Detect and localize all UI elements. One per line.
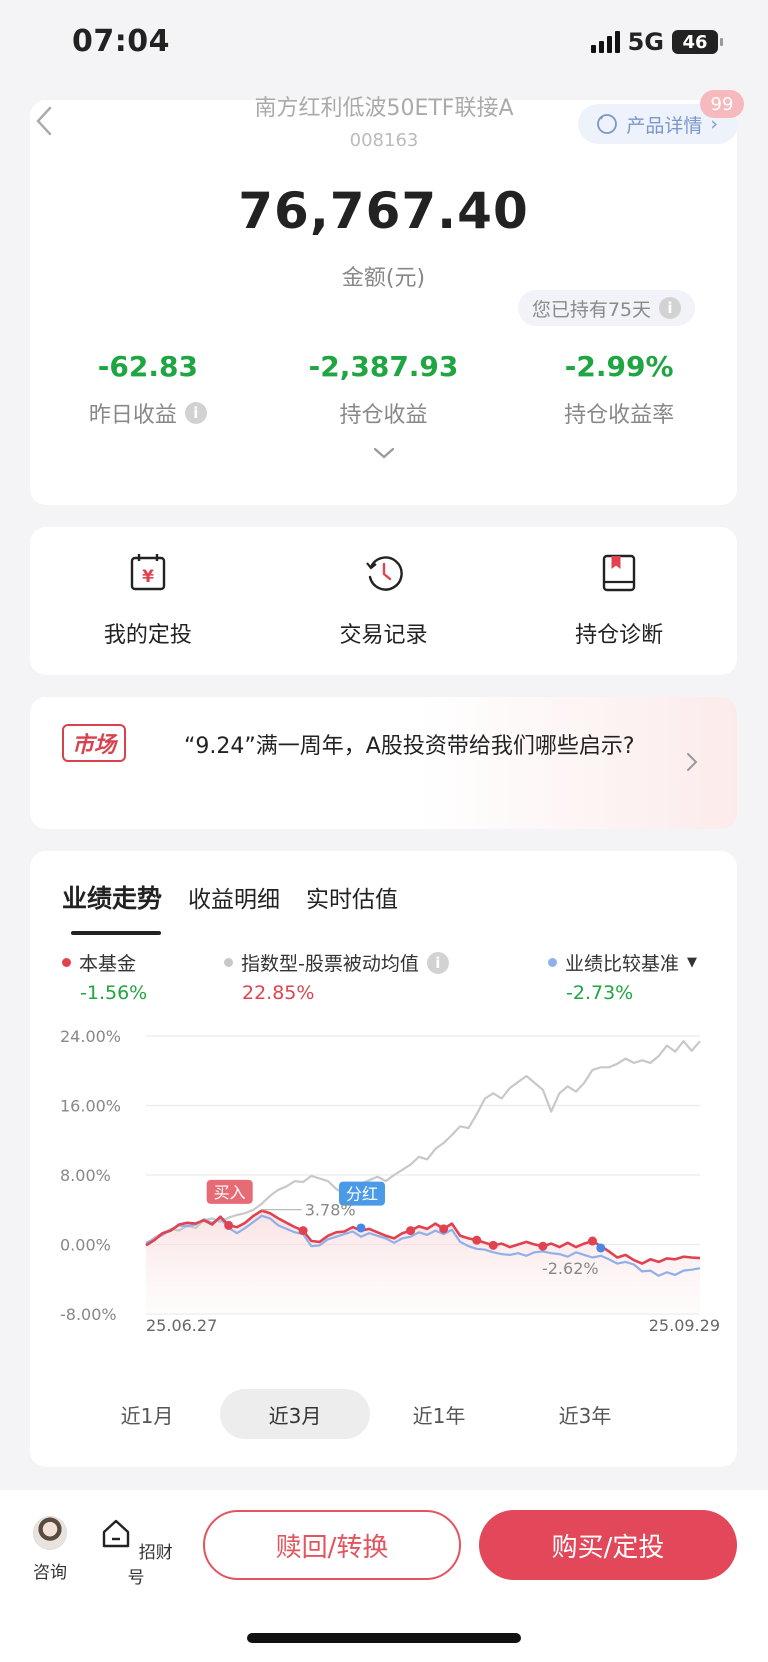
calendar-yen-icon: ¥ — [130, 554, 166, 591]
battery-icon: 46 — [672, 30, 723, 54]
network-type: 5G — [627, 28, 664, 56]
legend-dot — [62, 958, 71, 967]
chart-legend: 本基金 -1.56% 指数型-股票被动均值 i 22.85% 业绩比较基准 ▼ -2… — [30, 949, 737, 1009]
range-1m[interactable]: 近1月 — [72, 1389, 222, 1439]
dropdown-triangle-icon[interactable]: ▼ — [687, 955, 697, 970]
legend-value: 22.85% — [242, 982, 315, 1004]
stat-label: 持仓收益率 — [564, 403, 675, 428]
advisor-avatar — [33, 1516, 67, 1550]
stat-value: -2,387.93 — [308, 350, 459, 383]
buy-plan-button[interactable]: 购买/定投 — [479, 1510, 737, 1580]
consult-button[interactable]: 咨询 — [10, 1516, 90, 1583]
zhaocaihao-button[interactable]: 招财号 — [96, 1516, 176, 1588]
trade-point-blue — [596, 1243, 606, 1253]
home-indicator — [247, 1633, 521, 1643]
stat-label: 持仓收益 — [339, 403, 428, 428]
trade-point — [588, 1236, 598, 1246]
legend-item-benchmark[interactable]: 业绩比较基准 ▼ -2.73% — [548, 949, 697, 1004]
holding-amount: 76,767.40 — [238, 182, 529, 240]
held-days-pill[interactable]: 您已持有75天 i — [517, 290, 695, 326]
low-label: -2.62% — [542, 1259, 599, 1278]
series-line — [145, 1040, 701, 1246]
y-tick-label: -8.00% — [60, 1305, 117, 1324]
tab-profit-detail[interactable]: 收益明细 — [188, 880, 280, 914]
stat-holding-rate: -2.99% 持仓收益率 — [501, 350, 737, 429]
performance-chart[interactable]: 24.00% 16.00% 8.00% 0.00% -8.00% 25.06.27 25.0… — [30, 1011, 737, 1331]
tab-realtime-estimate[interactable]: 实时估值 — [306, 880, 398, 914]
legend-item-fund[interactable]: 本基金 -1.56% — [62, 949, 147, 1004]
shortcut-card: ¥ 我的定投 交易记录 持仓诊断 — [30, 527, 737, 675]
range-3m[interactable]: 近3月 — [220, 1389, 370, 1439]
svg-text:¥: ¥ — [142, 567, 154, 587]
performance-card: 业绩走势 收益明细 实时估值 本基金 -1.56% 指数型-股票被动均值 i 22… — [30, 851, 737, 1467]
trade-point — [406, 1226, 416, 1236]
stat-holding-profit: -2,387.93 持仓收益 — [266, 350, 502, 429]
x-tick-label: 25.06.27 — [146, 1316, 217, 1331]
notification-badge[interactable]: 99 — [700, 90, 744, 118]
shortcut-label: 交易记录 — [339, 623, 428, 648]
holding-summary-card: 76,767.40 金额(元) 您已持有75天 i -62.83 昨日收益 i -… — [30, 100, 737, 505]
buy-tag: 买入 — [214, 1183, 246, 1202]
market-news-card[interactable]: “9.24”满一周年，A股投资带给我们哪些启示? 市场 — [30, 697, 737, 829]
info-icon[interactable]: i — [659, 297, 681, 319]
legend-dot — [548, 958, 557, 967]
trade-point — [439, 1224, 449, 1234]
held-days-text: 您已持有75天 — [531, 298, 651, 321]
signal-icon — [590, 31, 620, 53]
zhaocaihao-label: 招财号 — [127, 1543, 173, 1588]
tab-underline — [71, 931, 161, 935]
redeem-convert-button[interactable]: 赎回/转换 — [203, 1510, 461, 1580]
y-tick-label: 0.00% — [60, 1236, 111, 1255]
clock-history-icon — [365, 556, 403, 591]
legend-value: -2.73% — [566, 982, 634, 1004]
stat-label: 昨日收益 — [88, 403, 177, 428]
home-icon — [103, 1519, 130, 1548]
news-tag: 市场 — [62, 724, 127, 762]
chevron-right-icon — [687, 753, 698, 771]
legend-item-index-average[interactable]: 指数型-股票被动均值 i 22.85% — [224, 949, 449, 1004]
stat-value: -2.99% — [564, 350, 674, 383]
x-tick-label: 25.09.29 — [649, 1316, 720, 1331]
sparkle-icon — [597, 114, 618, 134]
shortcut-transaction-history[interactable]: 交易记录 — [266, 527, 502, 675]
shortcut-my-investment-plan[interactable]: ¥ 我的定投 — [30, 527, 266, 675]
consult-label: 咨询 — [33, 1563, 67, 1583]
product-detail-label: 产品详情 — [626, 114, 703, 137]
tab-performance-trend[interactable]: 业绩走势 — [62, 879, 162, 915]
legend-name: 本基金 — [79, 953, 137, 975]
info-icon[interactable]: i — [426, 951, 449, 974]
status-time: 07:04 — [72, 24, 170, 59]
info-icon[interactable]: i — [184, 402, 207, 424]
news-headline: “9.24”满一周年，A股投资带给我们哪些启示? — [184, 734, 635, 759]
trade-point — [538, 1241, 548, 1251]
y-tick-label: 16.00% — [60, 1097, 121, 1116]
shortcut-label: 我的定投 — [103, 623, 192, 648]
shortcut-label: 持仓诊断 — [575, 623, 664, 648]
legend-dot — [224, 958, 233, 967]
amount-label: 金额(元) — [341, 266, 426, 291]
y-tick-label: 24.00% — [60, 1027, 121, 1046]
stat-yesterday: -62.83 昨日收益 i — [30, 350, 266, 429]
shortcut-holding-diagnosis[interactable]: 持仓诊断 — [501, 527, 737, 675]
trade-point — [488, 1240, 498, 1250]
battery-level: 46 — [682, 31, 708, 53]
legend-value: -1.56% — [80, 982, 148, 1004]
trade-point — [472, 1235, 482, 1245]
range-3y[interactable]: 近3年 — [510, 1389, 660, 1439]
trade-point — [224, 1220, 234, 1230]
peak-label: 3.78% — [305, 1201, 356, 1220]
dividend-point — [356, 1223, 366, 1233]
page-header: 南方红利低波50ETF联接A 008163 产品详情 › 99 — [0, 88, 768, 160]
chevron-down-icon[interactable] — [371, 440, 397, 466]
range-selector: 近1月 近3月 近1年 近3年 — [30, 1389, 737, 1439]
legend-name: 业绩比较基准 — [565, 953, 680, 975]
status-bar: 07:04 5G 46 — [0, 0, 768, 90]
y-tick-label: 8.00% — [60, 1166, 111, 1185]
book-bookmark-icon — [602, 554, 636, 592]
legend-name: 指数型-股票被动均值 — [241, 953, 419, 975]
stat-value: -62.83 — [97, 350, 198, 383]
range-1y[interactable]: 近1年 — [364, 1389, 514, 1439]
trade-point — [298, 1226, 308, 1236]
